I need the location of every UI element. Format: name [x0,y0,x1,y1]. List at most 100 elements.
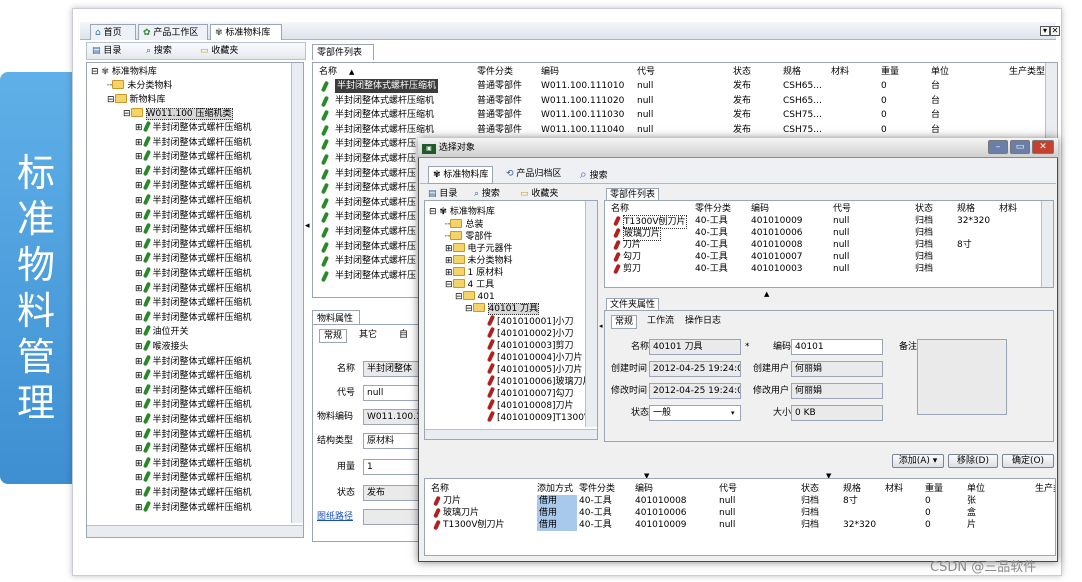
tree-item[interactable]: ⊞ 半封闭整体式螺杆压缩机 [135,252,252,266]
props-subtab-log[interactable]: 操作日志 [685,315,721,327]
parts-column-header[interactable]: 状态 [733,65,751,79]
dialog-tree-leaf[interactable]: [401010004]小刀片 [486,350,583,363]
selected-column-header[interactable]: 单位 [967,483,985,495]
expand-icon[interactable]: ⊟ [455,292,463,302]
parts-cell[interactable]: 半封闭整体式螺杆压 [335,269,416,283]
expand-icon[interactable]: ⊞ [135,415,143,425]
expand-icon[interactable]: ⊞ [135,284,143,294]
selected-column-header[interactable]: 代号 [719,483,737,495]
tree-item[interactable]: ⊞ 半封闭整体式螺杆压缩机 [135,208,252,223]
attr-qty-field[interactable]: 1 [363,459,423,475]
expand-icon[interactable]: ⊞ [135,313,143,323]
dialog-tree-node[interactable]: ┈ 零部件 [445,231,492,243]
favorites-button[interactable]: ▭ 收藏夹 [200,44,238,58]
ok-button[interactable]: 确定(O) [1002,454,1054,468]
props-state-select[interactable]: 一般 [649,405,741,421]
dialog-tree-hscroll[interactable] [425,429,597,439]
splitter-up-arrow[interactable]: ▲ [764,288,769,300]
expand-icon[interactable]: ⊞ [135,269,143,279]
dialog-tree-root[interactable]: ⊟ ✾ 标准物料库 [429,205,495,219]
attr-subtab-other[interactable]: 其它 [359,329,377,341]
tree-item[interactable]: ⊞ 喉液接头 [135,339,189,354]
tree-item[interactable]: ⊞ 半封闭整体式螺杆压缩机 [135,179,252,193]
props-size-field[interactable]: 0 KB [791,405,883,421]
dialog-column-header[interactable]: 材料 [999,203,1017,215]
dialog-tree-node[interactable]: ⊞ 电子元器件 [445,243,513,255]
attr-name-field[interactable]: 半封闭整体 [363,361,423,377]
dialog-favorites-button[interactable]: ▭ 收藏夹 [520,188,558,200]
parts-column-header[interactable]: 编码 [541,65,559,79]
tree-item[interactable]: ⊞ 半封闭整体式螺杆压缩机 [135,310,252,325]
parts-cell[interactable]: 半封闭整体式螺杆压 [335,196,416,210]
dialog-column-header[interactable]: 代号 [833,203,851,215]
expand-icon[interactable]: ⊞ [135,357,143,367]
tree-item[interactable]: ⊞ 半封闭整体式螺杆压缩机 [135,149,252,164]
expand-icon[interactable]: ⊞ [135,386,143,396]
props-modified-field[interactable]: 2012-04-25 19:24:05 [649,383,741,399]
dialog-column-header[interactable]: 零件分类 [695,203,731,215]
dialog-column-header[interactable]: 名称 [611,203,629,215]
expand-icon[interactable]: ⊞ [135,225,143,235]
parts-column-header[interactable]: 单位 [931,65,949,79]
tree-item[interactable]: ⊞ 半封闭整体式螺杆压缩机 [135,412,252,427]
parts-cell[interactable]: 半封闭整体式螺杆压缩机 [335,123,434,137]
dialog-maximize-button[interactable]: ▭ [1010,140,1030,154]
dialog-tab-standard-library[interactable]: ✾ 标准物料库 [428,166,494,184]
dialog-tree-leaf[interactable]: [401010003]剪刀 [486,338,574,351]
expand-icon[interactable]: ⊞ [135,254,143,264]
selected-cell[interactable]: 借用 [537,495,577,507]
props-subtab-workflow[interactable]: 工作流 [647,315,674,327]
dialog-tree-vscroll[interactable] [585,201,597,427]
tab-home[interactable]: ⌂ 首页 [90,24,136,40]
dialog-tree-node[interactable]: ┈ 总装 [445,219,483,231]
parts-cell[interactable]: 半封闭整体式螺杆压 [335,152,416,166]
expand-icon[interactable]: ⊞ [135,123,143,133]
props-modifier-field[interactable]: 何丽娟 [791,383,883,399]
expand-icon[interactable]: ⊞ [135,138,143,148]
add-button[interactable]: 添加(A) ▾ [892,454,944,468]
tree-item[interactable]: ⊞ 半封闭整体式螺杆压缩机 [135,354,252,369]
dialog-column-header[interactable]: 状态 [915,203,933,215]
parts-column-header[interactable]: 规格 [783,65,801,79]
expand-icon[interactable]: ⊞ [135,430,143,440]
expand-icon[interactable]: ⊞ [135,298,143,308]
parts-cell[interactable]: 半封闭整体式螺杆压 [335,240,416,254]
parts-cell[interactable]: 半封闭整体式螺杆压 [335,137,416,151]
splitter-left-arrow[interactable]: ◂ [305,220,310,232]
tab-product-workspace[interactable]: ✿ 产品工作区 [138,24,208,40]
selected-column-header[interactable]: 状态 [801,483,819,495]
tree-hscroll[interactable] [87,525,303,537]
dialog-tree-node[interactable]: ⊟ 40101 刀具 [465,303,540,315]
expand-icon[interactable]: ⊞ [135,371,143,381]
dialog-tree-leaf[interactable]: [401010006]玻璃刀片 [486,374,592,387]
tree-item[interactable]: ⊞ 半封闭整体式螺杆压缩机 [135,237,252,252]
tree-item[interactable]: ⊞ 半封闭整体式螺杆压缩机 [135,193,252,208]
tree-vscroll[interactable] [291,63,303,523]
window-close-button[interactable]: ✕ [1050,26,1060,36]
expand-icon[interactable]: ⊞ [445,244,453,254]
catalog-button[interactable]: ▤ 目录 [92,44,121,58]
props-name-field[interactable]: 40101 刀具 [649,339,741,355]
attr-struct-field[interactable]: 原材料 [363,433,423,449]
dialog-tree-leaf[interactable]: [401010007]勾刀 [486,386,574,399]
dialog-minimize-button[interactable]: – [988,140,1008,154]
drawing-path-link[interactable]: 图纸路径 [317,511,353,523]
parts-column-header[interactable]: 零件分类 [477,65,513,79]
dialog-tree-leaf[interactable]: [401010002]小刀 [486,326,574,339]
expand-icon[interactable]: ⊞ [135,444,143,454]
props-code-field[interactable]: 40101 [791,339,883,355]
window-menu-button[interactable]: ▾ [1040,26,1050,36]
expand-icon[interactable]: ⊞ [135,167,143,177]
selected-column-header[interactable]: 重量 [925,483,943,495]
expand-icon[interactable]: ⊞ [135,488,143,498]
selected-column-header[interactable]: 材料 [885,483,903,495]
parts-cell[interactable]: 半封闭整体式螺杆压 [335,210,416,224]
tree-item[interactable]: ⊞ 半封闭整体式螺杆压缩机 [135,398,252,412]
dialog-column-header[interactable]: 编码 [751,203,769,215]
attr-status-field[interactable]: 发布 [363,485,423,501]
expand-icon[interactable]: ⊞ [135,327,143,337]
selected-column-header[interactable]: 编码 [635,483,653,495]
dialog-tree-leaf[interactable]: [401010008]刀片 [486,398,574,411]
dialog-catalog-button[interactable]: ▤ 目录 [428,188,457,200]
tree-item[interactable]: ⊞ 半封闭整体式螺杆压缩机 [135,120,252,135]
